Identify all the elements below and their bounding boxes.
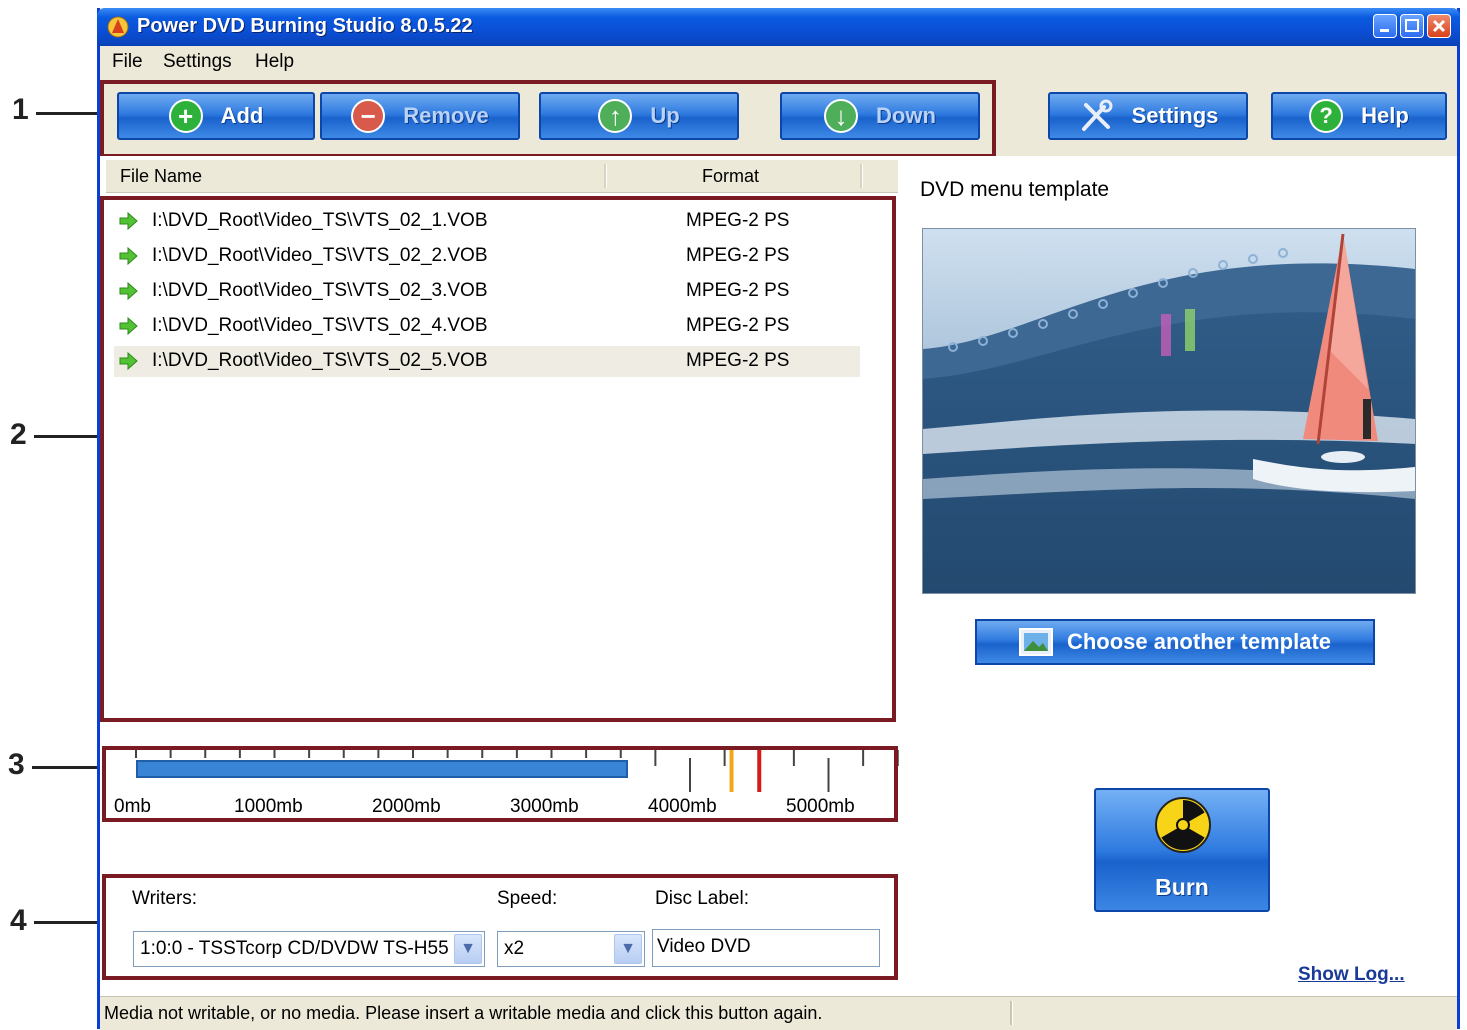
column-separator[interactable] xyxy=(860,164,863,188)
settings-button-label: Settings xyxy=(1131,103,1219,128)
help-button[interactable]: ? Help xyxy=(1271,92,1447,140)
maximize-icon xyxy=(1405,19,1419,32)
callout-box-4 xyxy=(102,874,898,980)
callout-4-line xyxy=(34,921,98,924)
minimize-icon xyxy=(1380,29,1389,32)
choose-template-button[interactable]: Choose another template xyxy=(975,619,1375,665)
callout-box-1 xyxy=(100,80,996,158)
callout-4: 4 xyxy=(10,904,27,937)
main-panel: File Name Format I:\DVD_Root\Video_TS\VT… xyxy=(100,156,1457,996)
minimize-button[interactable] xyxy=(1373,14,1397,38)
menu-file[interactable]: File xyxy=(112,51,143,73)
close-button[interactable] xyxy=(1427,14,1451,38)
burn-button-label: Burn xyxy=(1155,874,1209,900)
choose-template-label: Choose another template xyxy=(1066,629,1332,654)
picture-icon xyxy=(1018,628,1053,656)
callout-3: 3 xyxy=(8,748,25,781)
window-title: Power DVD Burning Studio 8.0.5.22 xyxy=(137,15,473,37)
template-preview-image xyxy=(922,228,1416,594)
callout-1-line xyxy=(36,112,98,115)
burn-button[interactable]: Burn xyxy=(1094,788,1270,912)
callout-3-line xyxy=(32,766,98,769)
maximize-button[interactable] xyxy=(1400,14,1424,38)
template-title: DVD menu template xyxy=(920,178,1110,201)
column-file-name[interactable]: File Name xyxy=(120,166,202,187)
menu-help[interactable]: Help xyxy=(255,51,294,73)
status-bar: Media not writable, or no media. Please … xyxy=(100,996,1457,1030)
callout-2-line xyxy=(34,435,98,438)
question-icon: ? xyxy=(1309,99,1344,133)
menu-bar: File Settings Help xyxy=(100,46,1457,78)
app-logo-icon xyxy=(107,16,129,38)
tools-icon xyxy=(1081,99,1113,131)
close-icon xyxy=(1432,19,1446,33)
column-format[interactable]: Format xyxy=(702,166,759,187)
column-separator[interactable] xyxy=(604,164,607,188)
show-log-link[interactable]: Show Log... xyxy=(1298,964,1405,986)
status-message: Media not writable, or no media. Please … xyxy=(104,1003,823,1023)
status-separator xyxy=(1010,1001,1013,1025)
help-button-label: Help xyxy=(1361,103,1409,128)
file-list-header: File Name Format xyxy=(106,160,898,193)
radiation-icon xyxy=(1155,797,1211,853)
app-window: Power DVD Burning Studio 8.0.5.22 File S… xyxy=(97,8,1460,1030)
callout-1: 1 xyxy=(12,93,29,126)
callout-box-2 xyxy=(100,196,896,722)
title-bar[interactable]: Power DVD Burning Studio 8.0.5.22 xyxy=(97,8,1460,46)
callout-box-3 xyxy=(102,746,898,822)
callout-2: 2 xyxy=(10,418,27,451)
settings-button[interactable]: Settings xyxy=(1048,92,1248,140)
menu-settings[interactable]: Settings xyxy=(163,51,232,73)
